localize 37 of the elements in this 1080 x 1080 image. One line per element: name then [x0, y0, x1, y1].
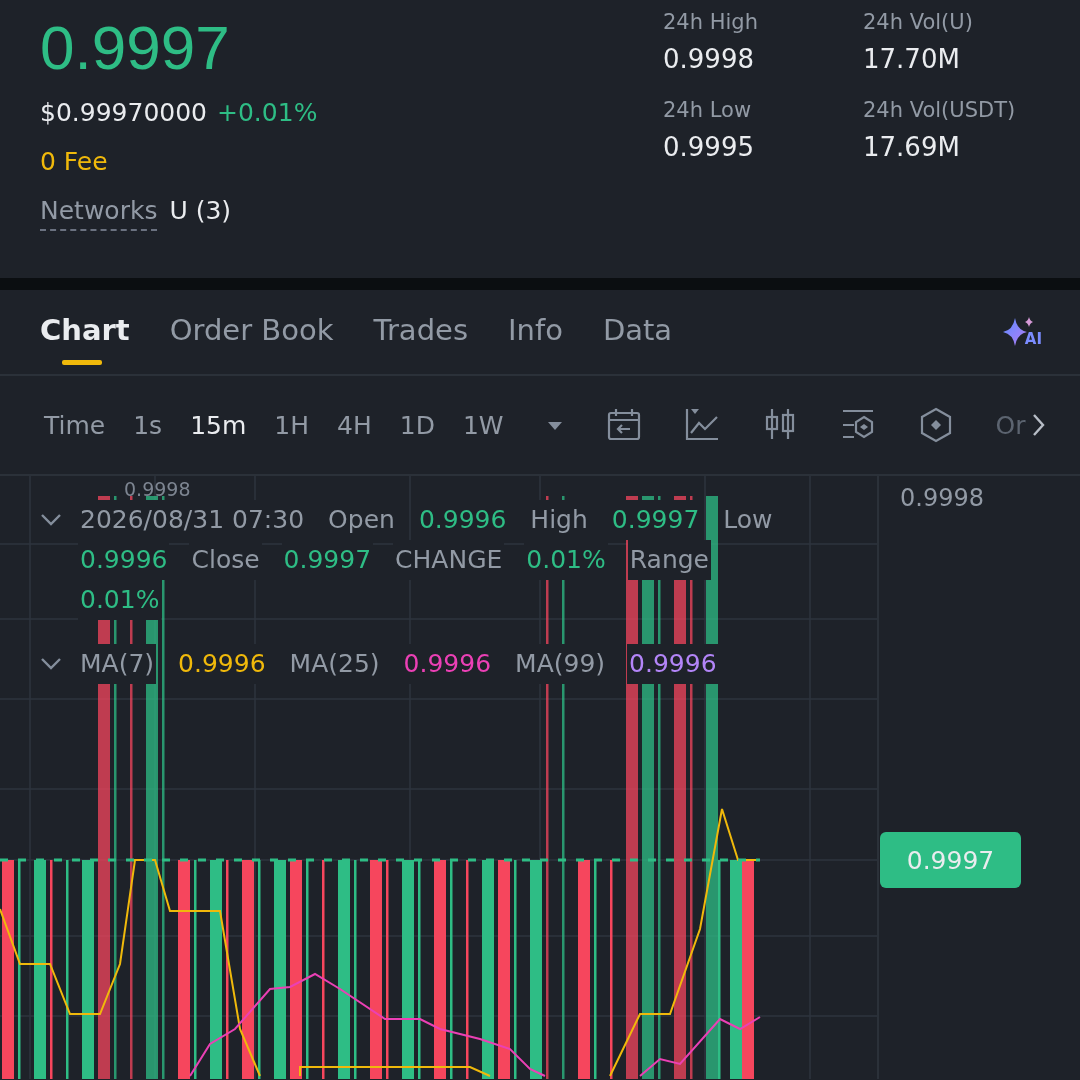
tab[interactable]: Trades: [373, 299, 468, 365]
last-price: 0.9997: [40, 12, 231, 84]
stat-value: 17.69M: [863, 132, 961, 162]
interval-option[interactable]: 1W: [462, 410, 504, 440]
stat-label: 24h Low: [663, 98, 753, 122]
interval-option[interactable]: 15m: [190, 410, 247, 440]
ai-button[interactable]: AI: [1000, 316, 1042, 348]
fiat-price: $0.99970000: [40, 98, 207, 127]
stat-value: 17.70M: [863, 44, 961, 74]
legend-value: 0.9996: [627, 644, 719, 684]
last-price-tag: 0.9997: [880, 832, 1021, 888]
tab[interactable]: Info: [508, 299, 563, 365]
legend-label: Range: [627, 540, 711, 580]
networks-value: U (3): [169, 196, 232, 225]
legend-value: 0.9996: [78, 540, 170, 580]
tab[interactable]: Data: [602, 299, 673, 365]
stat-label: 24h Vol(U): [863, 10, 974, 34]
interval-option[interactable]: 1D: [399, 410, 435, 440]
time-label: Time: [44, 410, 106, 440]
stat-value: 0.9995: [663, 132, 755, 162]
legend-value: 0.01%: [524, 540, 608, 580]
stat-label: 24h High: [663, 10, 759, 34]
stat-label: 24h Vol(USDT): [863, 98, 1017, 122]
fee-label: 0 Fee: [40, 147, 109, 176]
max-price-marker: 0.9998: [124, 479, 191, 499]
legend-value: 0.01%: [78, 580, 162, 620]
price-change: +0.01%: [217, 98, 318, 127]
legend-label: Close: [189, 540, 262, 580]
price-axis-label: 0.9998: [900, 484, 984, 512]
networks-link[interactable]: Networks: [40, 196, 158, 231]
interval-option[interactable]: 1s: [133, 410, 163, 440]
interval-option[interactable]: 1H: [274, 410, 309, 440]
stat-value: 0.9998: [663, 44, 755, 74]
tab[interactable]: Order Book: [169, 299, 334, 365]
tab[interactable]: Chart: [40, 299, 130, 365]
interval-option[interactable]: 4H: [337, 410, 372, 440]
legend-label: CHANGE: [393, 540, 505, 580]
